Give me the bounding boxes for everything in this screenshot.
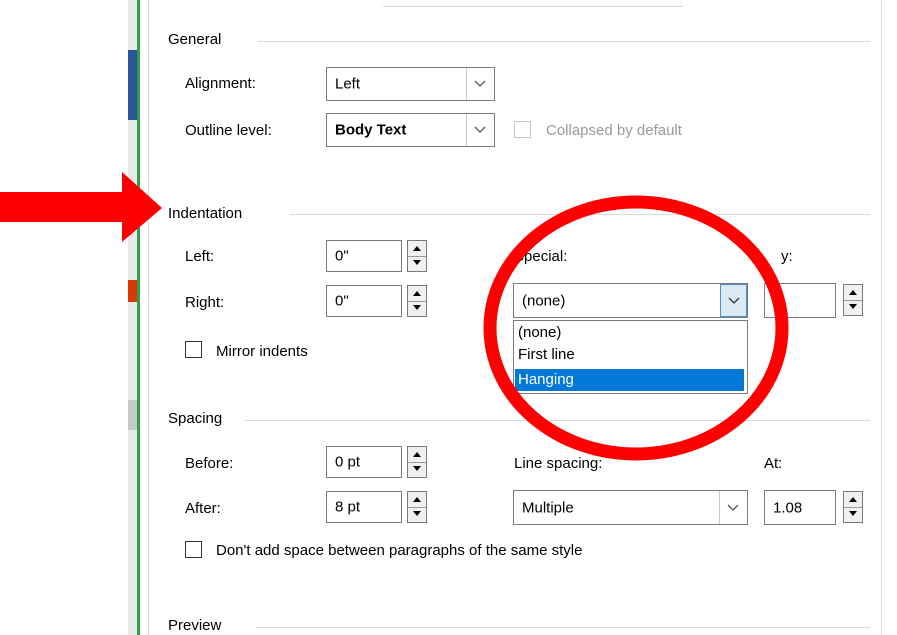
spinner-down-button[interactable] <box>408 256 426 271</box>
alignment-value: Left <box>335 75 361 93</box>
triangle-down-icon <box>849 511 857 516</box>
alignment-dropdown-button[interactable] <box>466 68 494 100</box>
indent-right-value: 0" <box>335 292 349 310</box>
indent-left-spinner[interactable] <box>407 240 427 272</box>
mirror-indents-label: Mirror indents <box>216 343 308 360</box>
triangle-up-icon <box>849 497 857 502</box>
indent-right-label: Right: <box>185 294 225 311</box>
spinner-up-button[interactable] <box>408 447 426 463</box>
indent-left-field[interactable]: 0" <box>326 240 402 272</box>
collapsed-by-default-label: Collapsed by default <box>546 122 682 139</box>
red-arrow-annotation <box>0 172 162 242</box>
outline-level-label: Outline level: <box>185 122 272 139</box>
spinner-up-button[interactable] <box>408 241 426 257</box>
ribbon-edge-fragment <box>128 50 137 120</box>
chevron-down-icon <box>727 504 739 511</box>
indent-left-value: 0" <box>335 247 349 265</box>
spacing-after-value: 8 pt <box>335 498 361 516</box>
mirror-indents-checkbox[interactable] <box>185 341 202 358</box>
dont-add-space-label: Don't add space between paragraphs of th… <box>216 542 583 559</box>
outline-level-dropdown[interactable]: Body Text <box>326 113 495 147</box>
triangle-down-icon <box>413 511 421 516</box>
spinner-up-button[interactable] <box>844 492 862 508</box>
chevron-down-icon <box>474 80 486 87</box>
spinner-down-button[interactable] <box>408 462 426 477</box>
at-spinner[interactable] <box>843 491 863 523</box>
spinner-up-button[interactable] <box>408 492 426 508</box>
line-spacing-value: Multiple <box>522 499 574 516</box>
triangle-down-icon <box>849 304 857 309</box>
window-border-line <box>137 0 140 635</box>
alignment-dropdown[interactable]: Left <box>326 67 495 101</box>
ribbon-edge-fragment-red <box>128 280 137 302</box>
spinner-down-button[interactable] <box>408 507 426 522</box>
indentation-heading: Indentation <box>168 205 243 222</box>
indent-right-field[interactable]: 0" <box>326 285 402 317</box>
ribbon-edge-fragment-gray <box>128 400 137 430</box>
triangle-down-icon <box>413 466 421 471</box>
collapsed-by-default-checkbox[interactable] <box>514 121 531 138</box>
document-background <box>0 0 135 635</box>
triangle-down-icon <box>413 260 421 265</box>
preview-heading: Preview <box>168 617 222 634</box>
at-field[interactable]: 1.08 <box>764 490 836 525</box>
spacing-after-label: After: <box>185 500 221 517</box>
spacing-before-field[interactable]: 0 pt <box>326 446 402 478</box>
spinner-down-button[interactable] <box>844 507 862 522</box>
spinner-down-button[interactable] <box>844 300 862 315</box>
general-divider <box>258 41 870 42</box>
triangle-up-icon <box>413 246 421 251</box>
spacing-before-value: 0 pt <box>335 453 361 471</box>
triangle-down-icon <box>413 305 421 310</box>
spacing-after-spinner[interactable] <box>407 491 427 523</box>
general-heading: General <box>168 31 222 48</box>
triangle-up-icon <box>413 497 421 502</box>
alignment-label-text: Alignment: <box>185 75 256 92</box>
spinner-up-button[interactable] <box>844 285 862 301</box>
preview-divider <box>256 627 870 628</box>
spinner-up-button[interactable] <box>408 286 426 302</box>
line-spacing-dropdown[interactable]: Multiple <box>513 490 748 525</box>
spacing-after-field[interactable]: 8 pt <box>326 491 402 523</box>
line-spacing-dropdown-button[interactable] <box>719 491 747 524</box>
spinner-down-button[interactable] <box>408 301 426 316</box>
alignment-label: Alignment: <box>185 75 256 92</box>
chevron-down-icon <box>474 126 486 133</box>
triangle-up-icon <box>413 452 421 457</box>
dialog-right-edge <box>881 0 882 635</box>
spacing-before-spinner[interactable] <box>407 446 427 478</box>
red-circle-annotation <box>483 195 789 461</box>
indent-right-spinner[interactable] <box>407 285 427 317</box>
outline-level-label-text: Outline level: <box>185 122 272 139</box>
spacing-before-label: Before: <box>185 455 234 472</box>
triangle-up-icon <box>849 290 857 295</box>
outline-level-dropdown-button[interactable] <box>466 114 494 146</box>
at-value: 1.08 <box>773 499 803 516</box>
dialog-top-divider <box>383 6 683 7</box>
indent-by-spinner[interactable] <box>843 284 863 316</box>
spacing-heading: Spacing <box>168 410 223 427</box>
triangle-up-icon <box>413 291 421 296</box>
indent-left-label: Left: <box>185 248 215 265</box>
dont-add-space-checkbox[interactable] <box>185 541 202 558</box>
outline-level-value: Body Text <box>335 121 407 139</box>
